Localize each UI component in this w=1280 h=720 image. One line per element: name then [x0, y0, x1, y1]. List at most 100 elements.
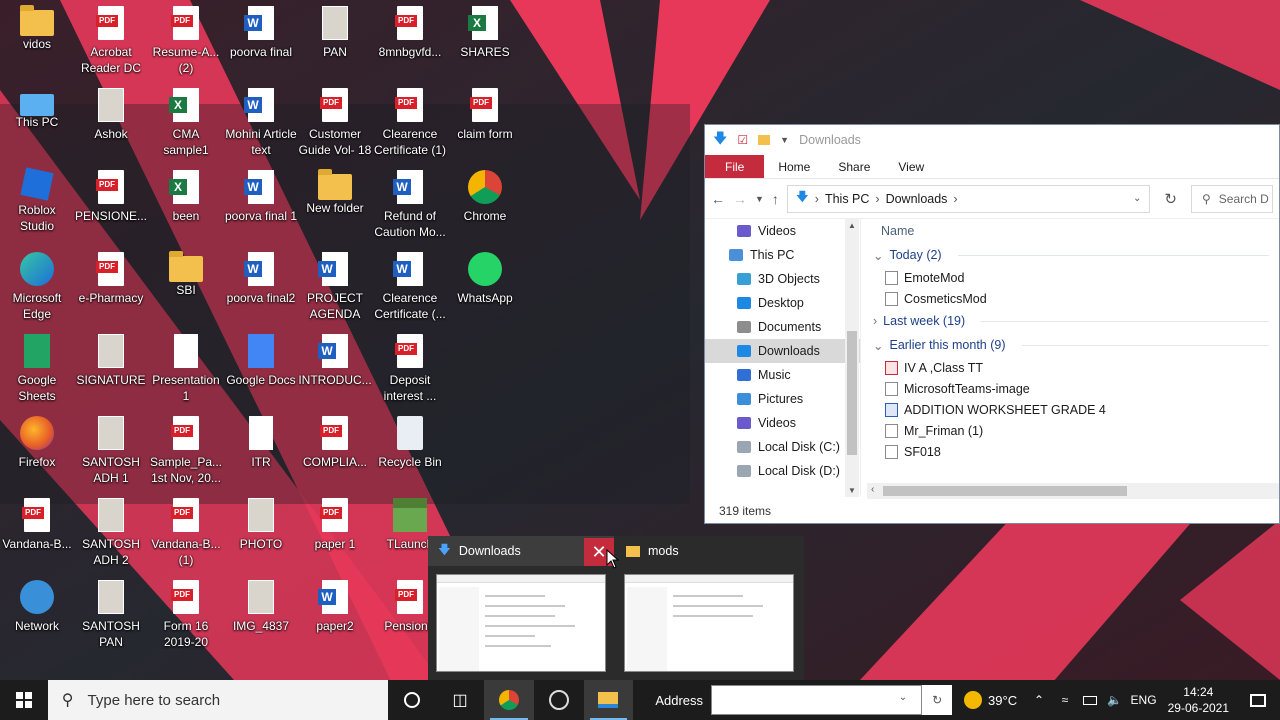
address-box[interactable]: 🡇 › This PC › Downloads › ⌄ — [786, 184, 1151, 213]
desktop-icon[interactable]: ITR — [224, 414, 298, 470]
show-hidden-icons[interactable]: ⌃ — [1025, 680, 1053, 720]
desktop-icon[interactable]: SIGNATURE — [74, 332, 148, 388]
desktop-icon[interactable]: been — [149, 168, 223, 224]
quick-access-down-icon[interactable]: 🡇 — [713, 128, 727, 152]
column-header-name[interactable]: Name — [871, 219, 1279, 243]
taskbar-obs[interactable] — [534, 680, 584, 720]
nav-scrollbar[interactable]: ▲ ▼ — [845, 219, 859, 497]
nav-item[interactable]: Videos — [705, 411, 860, 435]
desktop-icon[interactable]: Presentation1 — [149, 332, 223, 404]
recent-dropdown-icon[interactable]: ▼ — [755, 194, 764, 204]
task-view-button[interactable]: ◫ — [436, 680, 484, 720]
desktop-icon[interactable]: Form 16 2019-20 — [149, 578, 223, 650]
desktop-icon[interactable]: COMPLIA... — [298, 414, 372, 470]
address-dropdown-icon[interactable]: ⌄ — [899, 692, 907, 703]
desktop-icon[interactable]: SHARES — [448, 4, 522, 60]
up-arrow-icon[interactable]: ↑ — [772, 191, 779, 207]
desktop-icon[interactable]: PENSIONE... — [74, 168, 148, 224]
ribbon-tab-file[interactable]: File — [705, 155, 765, 178]
battery-icon[interactable] — [1077, 680, 1103, 720]
scroll-up-icon[interactable]: ▲ — [848, 221, 856, 230]
ribbon-tab-share[interactable]: Share — [824, 155, 884, 178]
nav-item[interactable]: Pictures — [705, 387, 860, 411]
desktop-icon[interactable]: SANTOSH ADH 1 — [74, 414, 148, 486]
search-field[interactable]: ⚲ Search D — [1191, 184, 1273, 213]
action-center-button[interactable] — [1236, 680, 1280, 720]
scroll-left-icon[interactable]: ‹ — [871, 484, 874, 495]
ribbon-tab-view[interactable]: View — [884, 155, 938, 178]
nav-item[interactable]: Local Disk (C:) — [705, 435, 860, 459]
desktop-icon[interactable]: Deposit interest ... — [373, 332, 447, 404]
desktop-icon[interactable]: Clearence Certificate (1) — [373, 86, 447, 158]
desktop-icon[interactable]: Ashok — [74, 86, 148, 142]
breadcrumb-this-pc[interactable]: This PC — [825, 192, 869, 206]
list-item[interactable]: IV A ,Class TT — [871, 357, 1279, 378]
desktop-icon[interactable]: poorva final — [224, 4, 298, 60]
refresh-icon[interactable]: ↻ — [1158, 190, 1183, 208]
weather-widget[interactable]: 39°C — [964, 680, 1017, 720]
address-toolbar-input[interactable]: ⌄ — [711, 685, 923, 715]
desktop-icon[interactable]: New folder — [298, 168, 372, 216]
desktop-icon[interactable]: Google Sheets — [0, 332, 74, 404]
volume-icon[interactable]: 🔈 — [1103, 680, 1127, 720]
desktop-icon[interactable]: Microsoft Edge — [0, 250, 74, 322]
desktop-icon[interactable]: 8mnbgvfd... — [373, 4, 447, 60]
desktop-icon[interactable]: SANTOSH PAN — [74, 578, 148, 650]
address-go-button[interactable]: ↻ — [922, 685, 953, 715]
language-indicator[interactable]: ENG — [1127, 680, 1161, 720]
list-item[interactable]: EmoteMod — [871, 267, 1279, 288]
toolbar-dropdown-icon[interactable]: ▼ — [780, 135, 789, 145]
wifi-icon[interactable]: ≈ — [1053, 680, 1077, 720]
desktop-icon[interactable]: SBI — [149, 250, 223, 298]
address-dropdown-icon[interactable]: ⌄ — [1133, 193, 1141, 204]
file-explorer-window[interactable]: 🡇 ☑ ▼ Downloads File Home Share View ← →… — [704, 124, 1280, 524]
horizontal-scroll-thumb[interactable] — [883, 486, 1127, 496]
desktop-icon[interactable]: Sample_Pa... 1st Nov, 20... — [149, 414, 223, 486]
desktop-icon[interactable]: paper 1 — [298, 496, 372, 552]
ribbon-tab-home[interactable]: Home — [764, 155, 824, 178]
nav-scroll-thumb[interactable] — [847, 331, 857, 455]
thumbnail-downloads[interactable]: 🡇 Downloads ✕ — [428, 536, 614, 680]
clock[interactable]: 14:24 29-06-2021 — [1160, 680, 1236, 720]
list-item[interactable]: SF018 — [871, 441, 1279, 462]
desktop-icon[interactable]: PAN — [298, 4, 372, 60]
desktop-icon[interactable]: vidos — [0, 4, 74, 52]
desktop-icon[interactable]: SANTOSH ADH 2 — [74, 496, 148, 568]
desktop-icon[interactable]: Customer Guide Vol- 18 — [298, 86, 372, 158]
list-item[interactable]: ADDITION WORKSHEET GRADE 4 — [871, 399, 1279, 420]
desktop-icon[interactable]: Recycle Bin — [373, 414, 447, 470]
desktop-icon[interactable]: Vandana-B... — [0, 496, 74, 552]
desktop-icon[interactable]: Vandana-B... (1) — [149, 496, 223, 568]
desktop-icon[interactable]: PHOTO — [224, 496, 298, 552]
desktop-icon[interactable]: CMA sample1 201920 — [149, 86, 223, 160]
desktop-icon[interactable]: Firefox — [0, 414, 74, 470]
nav-item[interactable]: Music — [705, 363, 860, 387]
properties-icon[interactable]: ☑ — [737, 133, 748, 147]
horizontal-scrollbar[interactable]: ‹ — [867, 483, 1279, 499]
desktop-icon[interactable]: Chrome — [448, 168, 522, 224]
nav-item[interactable]: Documents — [705, 315, 860, 339]
taskbar-file-explorer[interactable] — [583, 680, 634, 720]
nav-item[interactable]: Downloads — [705, 339, 860, 363]
desktop-icon[interactable]: Roblox Studio — [0, 167, 74, 234]
desktop-icon[interactable]: Resume-A... (2) — [149, 4, 223, 76]
desktop-icon[interactable]: paper2 — [298, 578, 372, 634]
start-button[interactable] — [0, 680, 48, 720]
desktop-icon[interactable]: poorva final 1 — [224, 168, 298, 224]
nav-item[interactable]: Local Disk (D:) — [705, 459, 860, 483]
desktop-icon[interactable]: Acrobat Reader DC — [74, 4, 148, 76]
desktop-icon[interactable]: Google Docs — [224, 332, 298, 388]
group-header[interactable]: ⌄ Earlier this month (9) — [871, 333, 1279, 357]
forward-arrow-icon[interactable]: → — [733, 191, 747, 207]
desktop-icon[interactable]: IMG_4837 — [224, 578, 298, 634]
list-item[interactable]: MicrosoftTeams-image — [871, 378, 1279, 399]
explorer-titlebar[interactable]: 🡇 ☑ ▼ Downloads — [705, 125, 1279, 155]
breadcrumb-downloads[interactable]: Downloads — [886, 192, 948, 206]
nav-item[interactable]: Desktop — [705, 291, 860, 315]
scroll-down-icon[interactable]: ▼ — [848, 486, 856, 495]
desktop-icon[interactable]: claim form — [448, 86, 522, 142]
cortana-button[interactable] — [388, 680, 436, 720]
desktop-icon[interactable]: INTRODUC... — [298, 332, 372, 388]
back-arrow-icon[interactable]: ← — [711, 191, 725, 207]
desktop-icon[interactable]: WhatsApp — [448, 250, 522, 306]
